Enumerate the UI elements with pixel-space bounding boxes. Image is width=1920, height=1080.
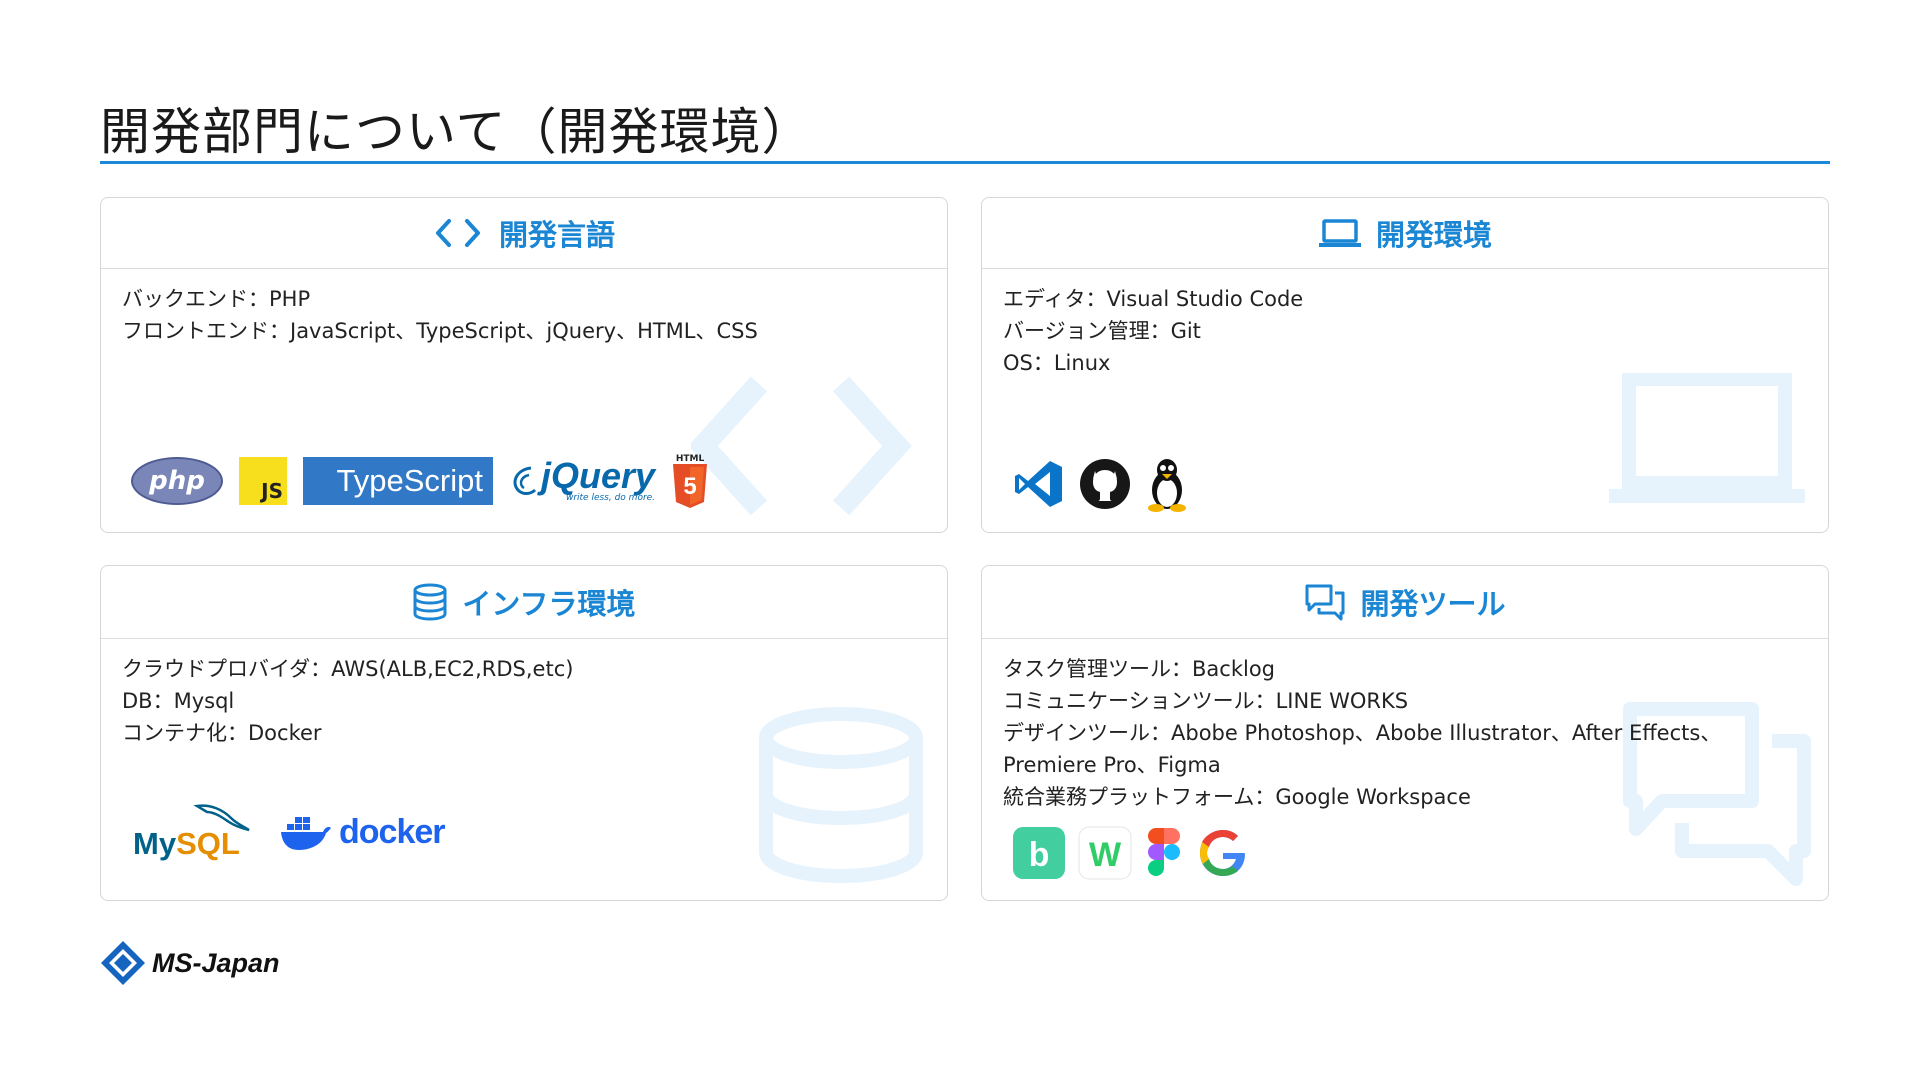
card-tools-header: 開発ツール: [982, 566, 1828, 639]
ms-japan-diamond-icon: [101, 941, 145, 985]
card-tools-body: タスク管理ツール：Backlog コミュニケーションツール：LINE WORKS…: [982, 639, 1828, 813]
infra-cloud-line: クラウドプロバイダ：AWS(ALB,EC2,RDS,etc): [122, 657, 574, 681]
backlog-icon: b: [1013, 827, 1065, 879]
company-name: MS-Japan: [152, 947, 280, 978]
card-infra-body: クラウドプロバイダ：AWS(ALB,EC2,RDS,etc) DB：Mysql …: [101, 639, 947, 749]
chat-bubbles-icon: [1305, 584, 1345, 621]
environment-logos: [1012, 456, 1190, 512]
typescript-logo: TypeScript: [303, 457, 493, 505]
github-icon: [1080, 459, 1130, 509]
languages-backend-line: バックエンド：PHP: [122, 287, 311, 311]
tools-platform-line: 統合業務プラットフォーム：Google Workspace: [1003, 785, 1471, 809]
card-infra: インフラ環境 クラウドプロバイダ：AWS(ALB,EC2,RDS,etc) DB…: [100, 565, 948, 901]
languages-frontend-line: フロントエンド：JavaScript、TypeScript、jQuery、HTM…: [122, 319, 758, 343]
card-environment: 開発環境 エディタ：Visual Studio Code バージョン管理：Git…: [981, 197, 1829, 533]
vscode-icon: [1015, 461, 1062, 507]
html5-number: 5: [683, 473, 696, 500]
html5-logo: HTML 5: [671, 454, 709, 508]
card-infra-title: インフラ環境: [462, 587, 636, 621]
tools-design-line-cont: Premiere Pro、Figma: [1003, 753, 1221, 777]
title-divider: [100, 161, 1830, 164]
laptop-icon: [1318, 219, 1361, 247]
card-tools: 開発ツール タスク管理ツール：Backlog コミュニケーションツール：LINE…: [981, 565, 1829, 901]
mysql-wordmark: MySQL: [133, 826, 240, 862]
js-logo: JS: [239, 457, 287, 505]
card-environment-header: 開発環境: [982, 198, 1828, 269]
infra-container-line: コンテナ化：Docker: [122, 721, 322, 745]
card-languages-body: バックエンド：PHP フロントエンド：JavaScript、TypeScript…: [101, 269, 947, 347]
card-languages-title: 開発言語: [498, 218, 615, 252]
tools-design-line: デザインツール：Abobe Photoshop、Abobe Illustrato…: [1003, 721, 1722, 745]
card-environment-body: エディタ：Visual Studio Code バージョン管理：Git OS：L…: [982, 269, 1828, 379]
backlog-letter: b: [1029, 836, 1050, 874]
languages-logos: php JS TypeScript jQuery write less, do …: [131, 454, 709, 508]
mysql-word-my: My: [133, 826, 177, 861]
card-languages: 開発言語 バックエンド：PHP フロントエンド：JavaScript、TypeS…: [100, 197, 948, 533]
card-infra-header: インフラ環境: [101, 566, 947, 639]
page-title: 開発部門について（開発環境）: [100, 103, 813, 161]
html5-label: HTML: [675, 454, 705, 464]
lineworks-icon: W: [1078, 826, 1132, 880]
database-icon: [413, 583, 447, 621]
code-watermark-icon: [691, 376, 912, 516]
jquery-logo: jQuery write less, do more.: [509, 455, 656, 503]
jquery-swoosh-icon: [513, 466, 537, 495]
tools-communication-line: コミュニケーションツール：LINE WORKS: [1003, 689, 1409, 713]
environment-vcs-line: バージョン管理：Git: [1003, 319, 1201, 343]
mysql-logo: MySQL: [133, 802, 253, 862]
lineworks-letter: W: [1089, 836, 1122, 874]
figma-icon: [1148, 828, 1180, 876]
docker-wordmark: docker: [339, 812, 445, 851]
card-tools-title: 開発ツール: [1360, 587, 1506, 621]
card-languages-header: 開発言語: [101, 198, 947, 269]
company-logo: MS-Japan: [100, 940, 280, 986]
card-environment-title: 開発環境: [1375, 218, 1492, 252]
environment-editor-line: エディタ：Visual Studio Code: [1003, 287, 1304, 311]
docker-whale-icon: [281, 817, 331, 850]
docker-logo: docker: [279, 812, 445, 852]
tools-task-line: タスク管理ツール：Backlog: [1003, 657, 1275, 681]
laptop-watermark-icon: [1609, 373, 1805, 503]
environment-os-line: OS：Linux: [1003, 351, 1111, 375]
mysql-word-sql: SQL: [176, 826, 240, 861]
html5-shield-icon: 5: [673, 464, 708, 508]
infra-logos: MySQL docker: [133, 802, 445, 862]
code-icon: [435, 219, 480, 247]
linux-tux-icon: [1148, 459, 1186, 512]
php-logo: php: [131, 457, 223, 505]
infra-db-line: DB：Mysql: [122, 689, 235, 713]
jquery-wordmark: jQuery: [541, 455, 656, 496]
tools-logos: b W: [1012, 826, 1250, 880]
google-icon: [1200, 830, 1245, 876]
